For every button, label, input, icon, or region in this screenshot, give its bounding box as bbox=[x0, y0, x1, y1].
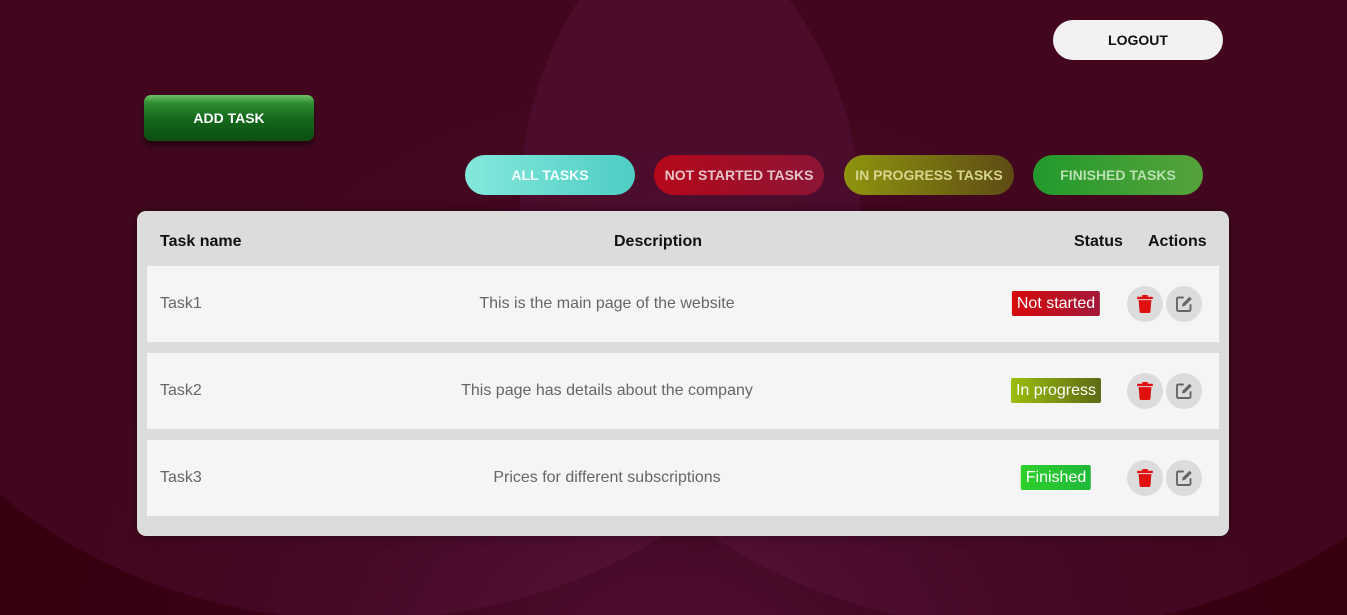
edit-icon bbox=[1176, 296, 1192, 312]
edit-icon bbox=[1176, 470, 1192, 486]
filter-all-tasks-button[interactable]: ALL TASKS bbox=[465, 155, 635, 195]
edit-task-button[interactable] bbox=[1166, 286, 1202, 322]
filter-not-started-button[interactable]: NOT STARTED TASKS bbox=[654, 155, 824, 195]
delete-task-button[interactable] bbox=[1127, 286, 1163, 322]
add-task-button[interactable]: ADD TASK bbox=[144, 95, 314, 141]
delete-task-button[interactable] bbox=[1127, 373, 1163, 409]
task-description: This page has details about the company bbox=[461, 382, 753, 399]
status-badge: In progress bbox=[1010, 378, 1102, 403]
trash-icon bbox=[1137, 469, 1153, 487]
status-badge: Not started bbox=[1011, 291, 1101, 316]
edit-task-button[interactable] bbox=[1166, 460, 1202, 496]
trash-icon bbox=[1137, 295, 1153, 313]
logout-button[interactable]: LOGOUT bbox=[1053, 20, 1223, 60]
task-description: This is the main page of the website bbox=[479, 295, 735, 312]
column-header-task-name: Task name bbox=[160, 233, 242, 250]
filter-in-progress-button[interactable]: IN PROGRESS TASKS bbox=[844, 155, 1014, 195]
column-header-actions: Actions bbox=[1148, 233, 1207, 250]
column-header-status: Status bbox=[1074, 233, 1123, 250]
table-row: Task2 This page has details about the co… bbox=[147, 353, 1219, 429]
task-name: Task3 bbox=[160, 469, 202, 486]
table-row: Task1 This is the main page of the websi… bbox=[147, 266, 1219, 342]
edit-task-button[interactable] bbox=[1166, 373, 1202, 409]
column-header-description: Description bbox=[614, 233, 703, 250]
filter-finished-button[interactable]: FINISHED TASKS bbox=[1033, 155, 1203, 195]
status-badge: Finished bbox=[1020, 465, 1092, 490]
edit-icon bbox=[1176, 383, 1192, 399]
task-name: Task1 bbox=[160, 295, 202, 312]
task-description: Prices for different subscriptions bbox=[493, 469, 721, 486]
trash-icon bbox=[1137, 382, 1153, 400]
delete-task-button[interactable] bbox=[1127, 460, 1163, 496]
table-row: Task3 Prices for different subscriptions… bbox=[147, 440, 1219, 516]
task-table: Task name Description Status Actions Tas… bbox=[137, 211, 1229, 536]
task-name: Task2 bbox=[160, 382, 202, 399]
